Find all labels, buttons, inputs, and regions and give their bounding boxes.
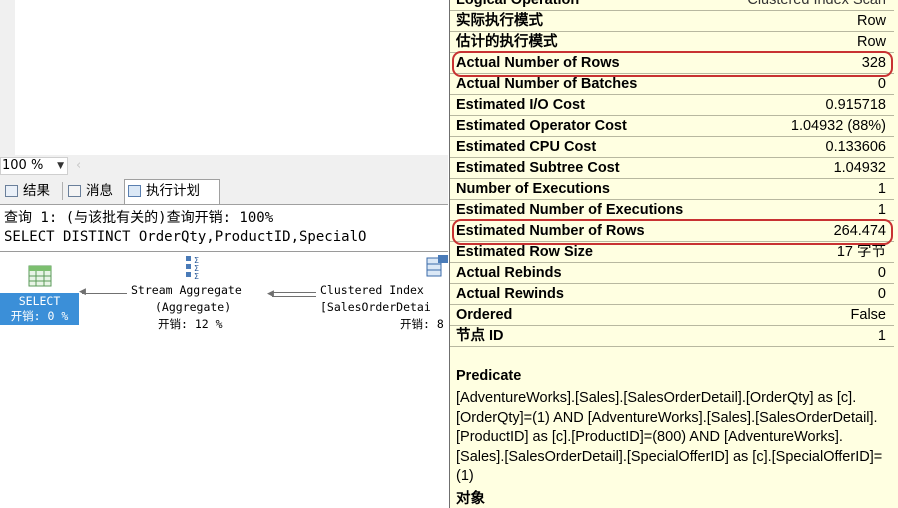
scan-node-cost: 开销: 8 [400,317,444,331]
property-row: Actual Rebinds 0 [450,263,894,284]
property-value: 0 [877,265,886,281]
property-name: Ordered [456,307,513,323]
aggregate-node-cost: 开销: 12 % [158,317,223,331]
select-icon[interactable] [28,265,52,287]
property-name: Logical Operation [456,0,580,8]
predicate-title: Predicate [456,368,522,384]
property-name: Estimated Operator Cost [456,118,627,134]
chevron-down-icon[interactable]: ▼ [57,158,64,174]
scan-node-object: [SalesOrderDetai [320,300,431,314]
property-name: Estimated CPU Cost [456,139,597,155]
property-row-partial: Logical Operation Clustered Index Scan [450,0,894,11]
aggregate-node-type: (Aggregate) [155,300,232,314]
property-value: 0 [877,76,886,92]
results-tabs: 结果 消息 执行计划 [0,177,448,205]
property-row: 节点 ID 1 [450,326,894,347]
message-icon [68,185,81,197]
plan-arrow-thick [272,292,316,297]
predicate-text: [AdventureWorks].[Sales].[SalesOrderDeta… [456,390,883,484]
editor-gutter [0,0,15,155]
property-name: Estimated Subtree Cost [456,160,620,176]
property-value: 1 [877,202,886,218]
tab-messages[interactable]: 消息 [65,180,123,202]
query-summary: 查询 1: (与该批有关的)查询开销: 100% SELECT DISTINCT… [0,205,448,253]
property-row: Estimated CPU Cost 0.133606 [450,137,894,158]
highlight-estimated-rows [452,219,893,245]
grid-icon [5,185,18,197]
property-row: 估计的执行模式 Row [450,32,894,53]
zoom-bar: 100 % ▼ ‹ [0,155,448,177]
property-name: 节点 ID [456,328,504,344]
select-node-label: SELECT [18,294,61,308]
execution-plan-canvas: SELECT 开销: 0 % ◀ Σ Σ Σ Stream Aggregate … [0,252,448,508]
property-value: 1 [877,328,886,344]
property-name: Number of Executions [456,181,610,197]
property-name: Actual Rebinds [456,265,562,281]
properties-tooltip: Logical Operation Clustered Index Scan 实… [449,0,898,508]
scroll-left-icon[interactable]: ‹ [76,157,81,175]
query-cost-header: 查询 1: (与该批有关的)查询开销: 100% [4,210,274,226]
tab-divider [62,182,63,200]
property-row: Estimated I/O Cost 0.915718 [450,95,894,116]
select-node-cost: 开销: 0 % [10,309,69,323]
property-row: Estimated Subtree Cost 1.04932 [450,158,894,179]
property-name: Estimated Row Size [456,244,593,260]
object-title: 对象 [456,491,485,507]
property-value: Clustered Index Scan [747,0,886,8]
tab-label: 消息 [86,183,113,199]
property-value: 0.133606 [825,139,886,155]
arrow-head-icon: ◀ [79,287,86,297]
property-value: 17 字节 [836,244,886,260]
clustered-index-scan-icon[interactable] [426,254,448,280]
property-name: Estimated I/O Cost [456,97,585,113]
highlight-actual-rows [452,51,893,77]
aggregate-node-name: Stream Aggregate [131,283,242,297]
plan-arrow [82,293,127,294]
plan-icon [128,185,141,197]
zoom-value: 100 % [2,158,44,173]
property-row: 实际执行模式 Row [450,11,894,32]
scan-node-name: Clustered Index [320,283,424,297]
property-row: Actual Rewinds 0 [450,284,894,305]
property-row: Estimated Number of Executions 1 [450,200,894,221]
property-name: Actual Rewinds [456,286,564,302]
property-value: 1 [877,181,886,197]
property-value: Row [856,34,886,50]
property-name: Estimated Number of Executions [456,202,684,218]
property-name: Actual Number of Batches [456,76,638,92]
property-value: 0.915718 [825,97,886,113]
zoom-dropdown[interactable]: 100 % ▼ [0,157,68,175]
property-row: Ordered False [450,305,894,326]
property-row: Estimated Row Size 17 字节 [450,242,894,263]
query-sql-text: SELECT DISTINCT OrderQty,ProductID,Speci… [4,229,367,245]
select-node[interactable]: SELECT 开销: 0 % [0,293,79,325]
property-row: Estimated Operator Cost 1.04932 (88%) [450,116,894,137]
tab-results[interactable]: 结果 [2,180,60,202]
stream-aggregate-icon[interactable]: Σ Σ Σ [184,254,208,280]
arrow-head-icon: ◀ [267,289,274,299]
property-name: 实际执行模式 [456,13,543,29]
property-value: Row [856,13,886,29]
property-name: 估计的执行模式 [456,34,558,50]
property-value: 0 [877,286,886,302]
property-value: 1.04932 [833,160,886,176]
svg-text:Σ: Σ [194,272,199,280]
property-row: Number of Executions 1 [450,179,894,200]
query-editor[interactable] [0,0,448,155]
property-row: Actual Number of Batches 0 [450,74,894,95]
tab-execution-plan[interactable]: 执行计划 [124,179,220,204]
property-value: 1.04932 (88%) [790,118,886,134]
tab-label: 结果 [23,183,50,199]
property-value: False [850,307,886,323]
tab-label: 执行计划 [146,183,200,199]
